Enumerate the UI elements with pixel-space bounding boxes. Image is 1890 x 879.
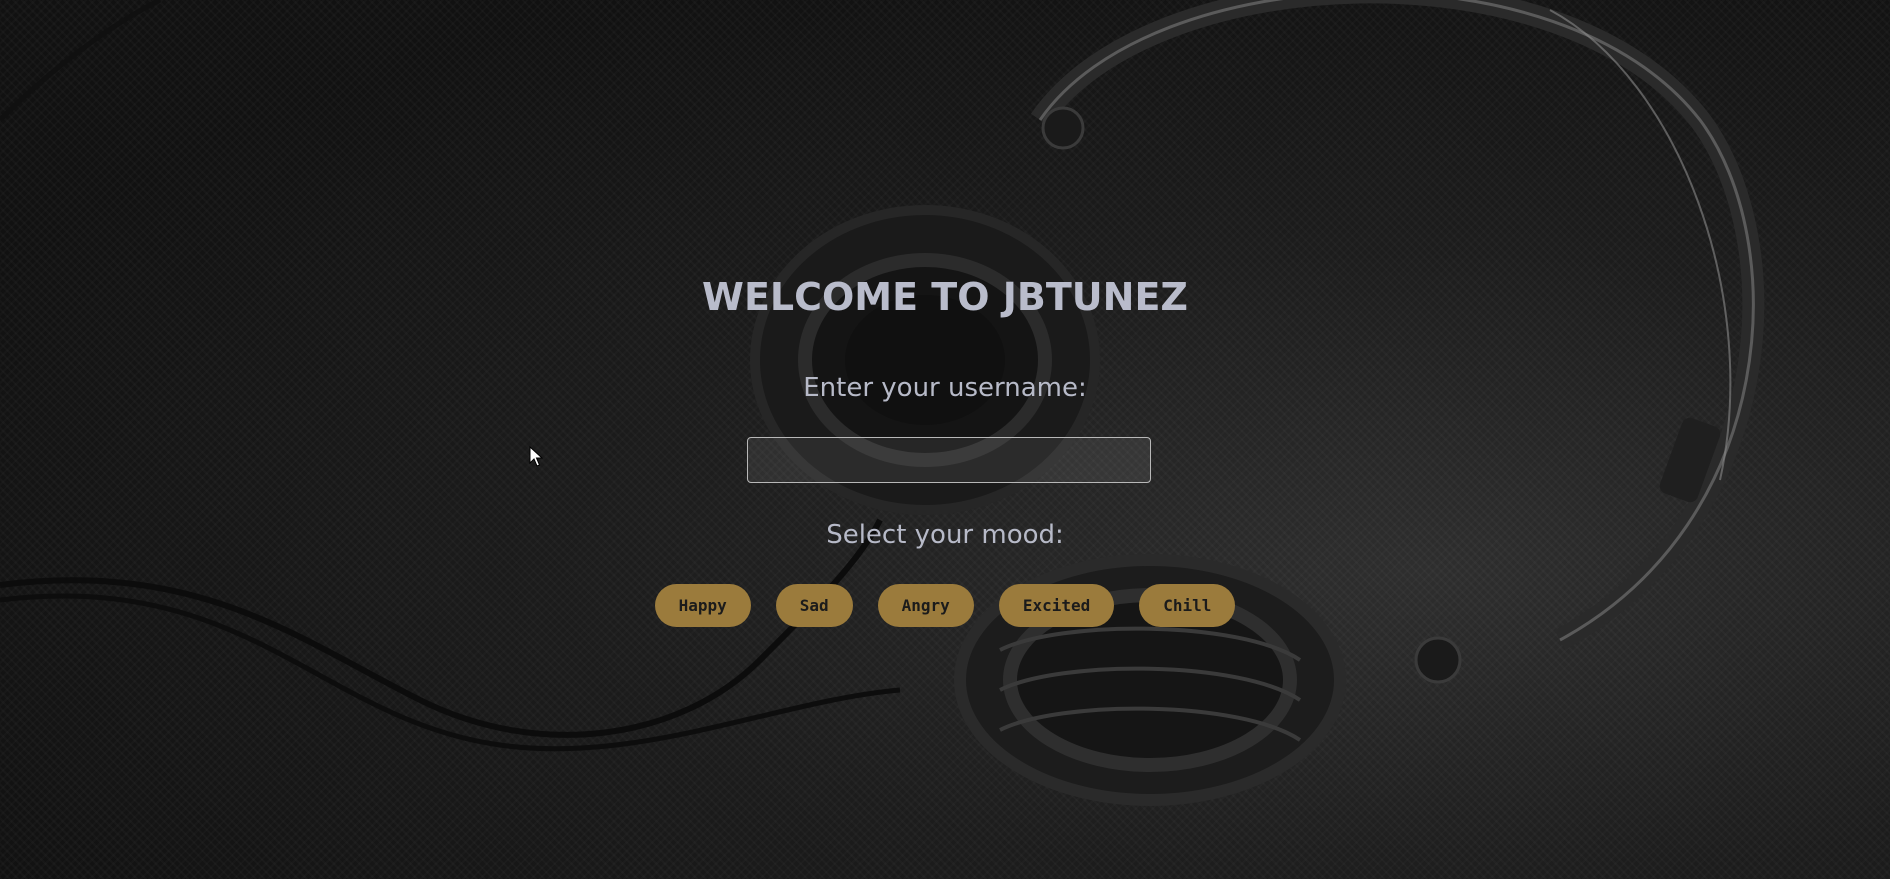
mood-button-sad[interactable]: Sad [775, 584, 853, 627]
mood-label: Select your mood: [826, 520, 1064, 550]
mood-button-happy[interactable]: Happy [654, 584, 751, 627]
page-title: WELCOME TO JBTUNEZ [702, 275, 1188, 319]
mood-button-chill[interactable]: Chill [1139, 584, 1236, 627]
mood-button-angry[interactable]: Angry [877, 584, 974, 627]
mood-button-group: Happy Sad Angry Excited Chill [0, 584, 1890, 627]
username-label: Enter your username: [803, 373, 1087, 403]
page-background: WELCOME TO JBTUNEZ Enter your username: … [0, 0, 1890, 879]
username-input[interactable] [747, 437, 1151, 483]
welcome-panel: WELCOME TO JBTUNEZ Enter your username: … [0, 0, 1890, 879]
mouse-pointer-icon [529, 446, 543, 467]
mood-button-excited[interactable]: Excited [998, 584, 1115, 627]
